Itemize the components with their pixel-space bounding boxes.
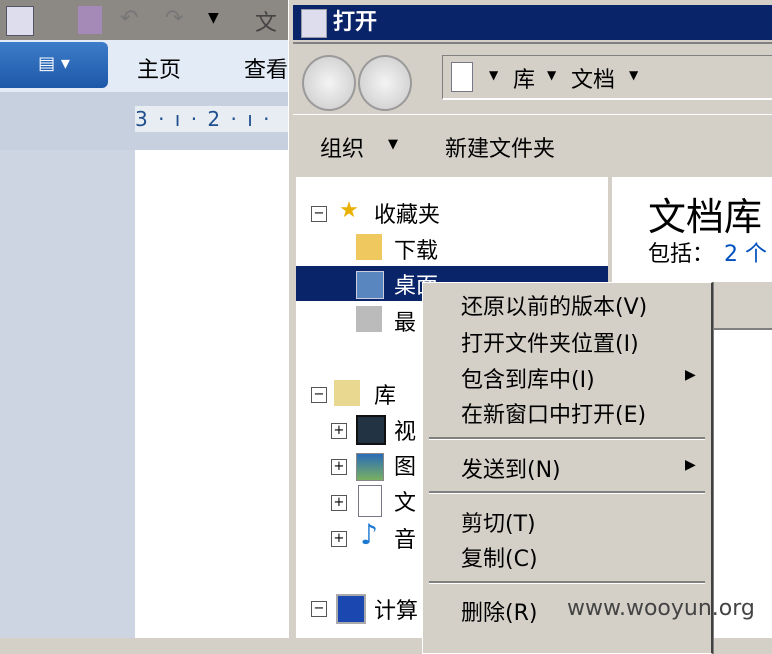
menu-item-delete[interactable]: 删除(R) (461, 595, 537, 627)
library-title: 文档库 (648, 195, 763, 239)
new-folder-button[interactable]: 新建文件夹 (445, 131, 555, 163)
command-bar: 组织 ▼ 新建文件夹 (293, 115, 772, 175)
collapse-icon[interactable]: − (311, 601, 327, 617)
tree-item-videos[interactable]: 视 (394, 414, 416, 446)
tree-item-documents[interactable]: 文 (394, 485, 416, 517)
menu-item-copy[interactable]: 复制(C) (461, 541, 538, 573)
redo-icon[interactable]: ↷ (165, 6, 183, 31)
video-icon (356, 415, 386, 445)
tree-item-pictures[interactable]: 图 (394, 449, 416, 481)
submenu-arrow-icon: ▶ (685, 457, 696, 473)
menu-item-open-in-new-window[interactable]: 在新窗口中打开(E) (461, 397, 646, 429)
tree-item-libraries[interactable]: 库 (374, 378, 396, 410)
expand-icon[interactable]: + (331, 459, 347, 475)
document-background (0, 150, 135, 638)
save-icon[interactable] (78, 6, 102, 34)
document-icon (358, 485, 382, 517)
tree-item-computer[interactable]: 计算 (374, 593, 418, 625)
word-title-partial: 文 (255, 11, 278, 36)
dialog-title-bar: 打开 (293, 5, 772, 40)
includes-label: 包括： (648, 242, 715, 267)
menu-item-restore-previous-versions[interactable]: 还原以前的版本(V) (461, 289, 647, 321)
word-app-icon (6, 6, 34, 36)
expand-icon[interactable]: + (331, 531, 347, 547)
breadcrumb-documents[interactable]: 文档 (571, 62, 615, 94)
menu-separator (429, 581, 705, 584)
document-icon (451, 62, 473, 92)
chevron-down-icon[interactable]: ▼ (489, 68, 498, 82)
address-bar[interactable]: ▼ 库 ▼ 文档 ▼ (442, 55, 772, 100)
star-icon: ★ (339, 198, 359, 223)
collapse-icon[interactable]: − (311, 387, 327, 403)
undo-icon[interactable]: ↶ (120, 6, 138, 31)
library-icon (334, 380, 360, 406)
document-page[interactable] (135, 150, 290, 638)
back-button[interactable] (302, 55, 356, 111)
dialog-title: 打开 (333, 10, 378, 35)
organize-button[interactable]: 组织 (320, 131, 364, 163)
desktop-icon (356, 271, 384, 299)
tree-item-music[interactable]: 音 (394, 522, 416, 554)
chevron-down-icon[interactable]: ▼ (547, 68, 556, 82)
word-quick-access-bar: ↶ ↷ ▼ 文 (0, 0, 290, 40)
breadcrumb-library[interactable]: 库 (513, 62, 535, 94)
expand-icon[interactable]: + (331, 423, 347, 439)
computer-icon (336, 594, 366, 624)
includes-link[interactable]: 2 个 (724, 236, 767, 268)
chevron-down-icon[interactable]: ▼ (388, 137, 398, 152)
submenu-arrow-icon: ▶ (685, 367, 696, 383)
menu-item-send-to[interactable]: 发送到(N) (461, 452, 561, 484)
watermark: www.wooyun.org (567, 596, 755, 621)
customize-dropdown-icon[interactable]: ▼ (208, 10, 219, 26)
file-menu-button[interactable]: ▤ ▾ (0, 42, 108, 88)
tab-view[interactable]: 查看 (244, 52, 288, 84)
download-folder-icon (356, 234, 382, 260)
music-icon: ♪ (360, 518, 378, 551)
forward-button[interactable] (358, 55, 412, 111)
menu-separator (429, 491, 705, 494)
tree-item-favorites[interactable]: 收藏夹 (374, 197, 440, 229)
tree-item-downloads[interactable]: 下载 (394, 233, 438, 265)
picture-icon (356, 453, 384, 481)
menu-item-open-folder-location[interactable]: 打开文件夹位置(I) (461, 326, 639, 358)
dialog-icon (301, 9, 327, 38)
menu-item-cut[interactable]: 剪切(T) (461, 506, 536, 538)
tree-item-recent[interactable]: 最 (394, 305, 416, 337)
ruler: 3 · ı · 2 · ı · (135, 106, 290, 132)
menu-item-include-in-library[interactable]: 包含到库中(I) (461, 362, 595, 394)
recent-places-icon (356, 306, 382, 332)
collapse-icon[interactable]: − (311, 206, 327, 222)
expand-icon[interactable]: + (331, 495, 347, 511)
chevron-down-icon[interactable]: ▼ (629, 68, 638, 82)
menu-separator (429, 437, 705, 440)
tab-home[interactable]: 主页 (137, 52, 181, 84)
